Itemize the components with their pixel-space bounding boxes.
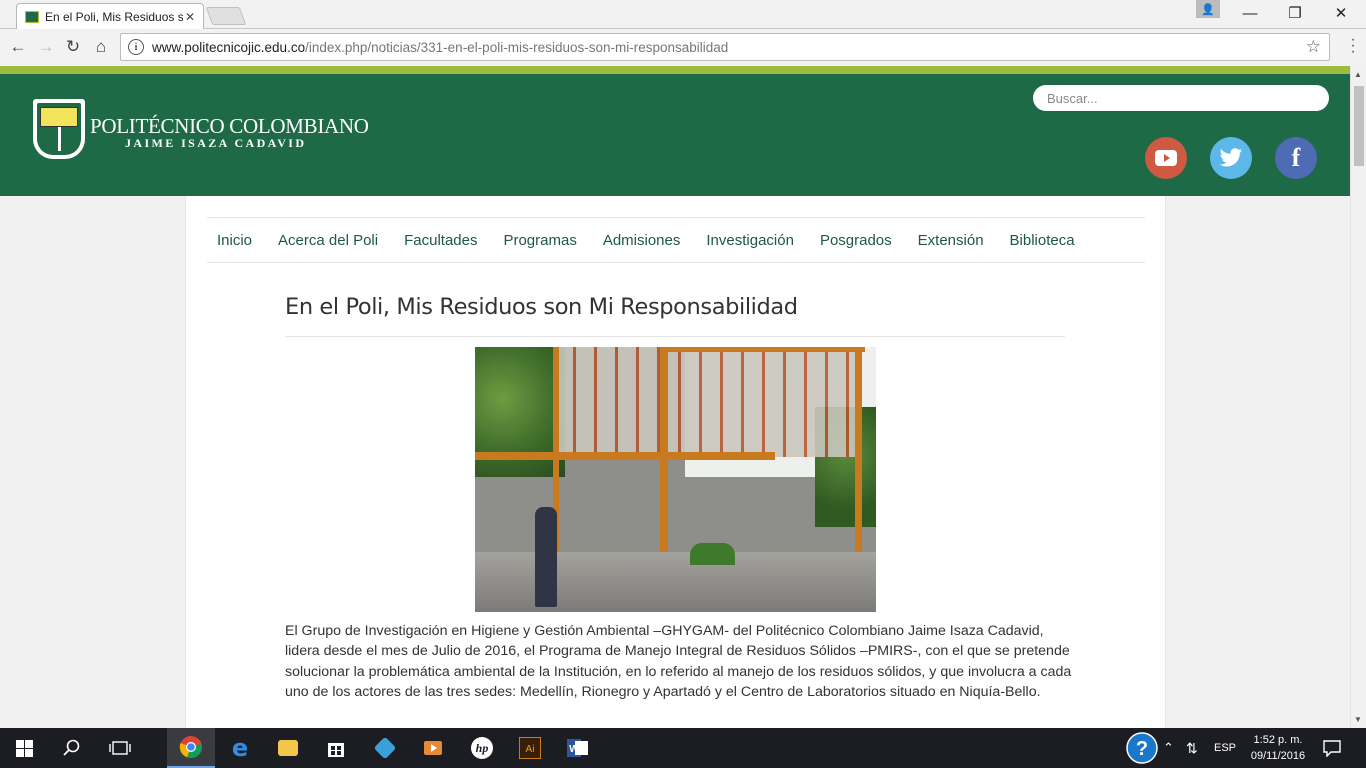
profile-icon[interactable]: 👤 bbox=[1196, 0, 1220, 18]
back-icon[interactable]: ← bbox=[8, 37, 28, 57]
nav-item-acerca[interactable]: Acerca del Poli bbox=[278, 232, 378, 249]
store-icon[interactable] bbox=[312, 728, 360, 768]
site-header: POLITÉCNICO COLOMBIANO JAIME ISAZA CADAV… bbox=[0, 66, 1350, 196]
facebook-icon[interactable]: f bbox=[1275, 137, 1317, 179]
scroll-up-icon[interactable]: ▲ bbox=[1354, 70, 1362, 79]
edge-taskbar-icon[interactable]: e bbox=[216, 728, 264, 768]
scroll-down-icon[interactable]: ▼ bbox=[1354, 715, 1362, 724]
file-explorer-icon[interactable] bbox=[264, 728, 312, 768]
svg-text:Ai: Ai bbox=[526, 744, 535, 755]
close-window-button[interactable]: ✕ bbox=[1318, 2, 1364, 26]
task-view-icon[interactable] bbox=[96, 728, 144, 768]
system-clock[interactable]: 1:52 p. m. 09/11/2016 bbox=[1244, 732, 1312, 764]
url-host: www.politecnicojic.edu.co bbox=[152, 39, 306, 55]
language-indicator[interactable]: ESP bbox=[1214, 728, 1236, 768]
illustrator-icon[interactable]: Ai bbox=[506, 728, 554, 768]
bookmark-star-icon[interactable]: ☆ bbox=[1306, 37, 1321, 57]
scrollbar-thumb[interactable] bbox=[1354, 86, 1364, 166]
rocket-app-icon[interactable] bbox=[361, 728, 409, 768]
main-content: Inicio Acerca del Poli Facultades Progra… bbox=[185, 196, 1166, 728]
new-tab-button[interactable] bbox=[205, 7, 247, 25]
search-icon[interactable] bbox=[48, 728, 96, 768]
tab-close-icon[interactable]: ✕ bbox=[183, 10, 197, 24]
nav-item-biblioteca[interactable]: Biblioteca bbox=[1010, 232, 1075, 249]
word-icon[interactable]: W bbox=[554, 728, 602, 768]
home-icon[interactable]: ⌂ bbox=[91, 37, 111, 57]
hp-icon[interactable]: hp bbox=[458, 728, 506, 768]
tab-title: En el Poli, Mis Residuos s bbox=[45, 9, 183, 24]
browser-toolbar: ← → ↻ ⌂ i www.politecnicojic.edu.co/inde… bbox=[0, 29, 1366, 65]
forward-icon[interactable]: → bbox=[36, 37, 56, 57]
web-page: POLITÉCNICO COLOMBIANO JAIME ISAZA CADAV… bbox=[0, 66, 1350, 728]
logo-subtitle[interactable]: JAIME ISAZA CADAVID bbox=[125, 136, 306, 151]
tray-chevron-icon[interactable]: ⌃ bbox=[1163, 728, 1174, 768]
minimize-button[interactable]: — bbox=[1227, 2, 1273, 26]
start-icon[interactable] bbox=[0, 728, 48, 768]
browser-tab[interactable]: En el Poli, Mis Residuos s ✕ bbox=[16, 3, 204, 29]
title-divider bbox=[285, 336, 1065, 337]
svg-text:?: ? bbox=[1136, 738, 1148, 760]
nav-item-facultades[interactable]: Facultades bbox=[404, 232, 477, 249]
url-path: /index.php/noticias/331-en-el-poli-mis-r… bbox=[305, 39, 729, 55]
page-info-icon[interactable]: i bbox=[128, 39, 144, 55]
site-favicon-icon bbox=[25, 10, 39, 23]
article-photo bbox=[475, 347, 876, 612]
page-scrollbar[interactable]: ▲ ▼ bbox=[1350, 66, 1366, 728]
youtube-icon[interactable] bbox=[1145, 137, 1187, 179]
reload-icon[interactable]: ↻ bbox=[63, 37, 83, 57]
network-icon[interactable]: ⇅ bbox=[1186, 728, 1198, 768]
address-bar[interactable]: i www.politecnicojic.edu.co/index.php/no… bbox=[120, 33, 1330, 61]
nav-item-inicio[interactable]: Inicio bbox=[217, 232, 252, 249]
help-icon[interactable]: ? bbox=[1126, 728, 1158, 768]
nav-item-extension[interactable]: Extensión bbox=[918, 232, 984, 249]
media-player-icon[interactable] bbox=[409, 728, 457, 768]
svg-text:W: W bbox=[569, 744, 579, 755]
action-center-icon[interactable] bbox=[1322, 728, 1342, 768]
browser-tabstrip: En el Poli, Mis Residuos s ✕ 👤 — ❐ ✕ bbox=[0, 0, 1366, 29]
main-nav: Inicio Acerca del Poli Facultades Progra… bbox=[207, 217, 1145, 263]
windows-taskbar: e hp Ai W ? ⌃ ⇅ ESP 1:52 p. m. 09/11/201… bbox=[0, 728, 1366, 768]
logo-shield-icon[interactable] bbox=[33, 99, 85, 159]
article-body: El Grupo de Investigación en Higiene y G… bbox=[285, 623, 1072, 700]
svg-text:hp: hp bbox=[476, 741, 489, 755]
search-input[interactable] bbox=[1033, 85, 1329, 111]
restore-button[interactable]: ❐ bbox=[1272, 2, 1318, 26]
chrome-taskbar-icon[interactable] bbox=[167, 728, 215, 768]
nav-item-admisiones[interactable]: Admisiones bbox=[603, 232, 681, 249]
nav-item-programas[interactable]: Programas bbox=[503, 232, 576, 249]
nav-item-investigacion[interactable]: Investigación bbox=[706, 232, 794, 249]
clock-date: 09/11/2016 bbox=[1250, 750, 1306, 762]
twitter-icon[interactable] bbox=[1210, 137, 1252, 179]
article-title: En el Poli, Mis Residuos son Mi Responsa… bbox=[285, 294, 798, 320]
clock-time: 1:52 p. m. bbox=[1253, 734, 1303, 746]
browser-menu-icon[interactable]: · · · bbox=[1348, 32, 1358, 60]
nav-item-posgrados[interactable]: Posgrados bbox=[820, 232, 892, 249]
